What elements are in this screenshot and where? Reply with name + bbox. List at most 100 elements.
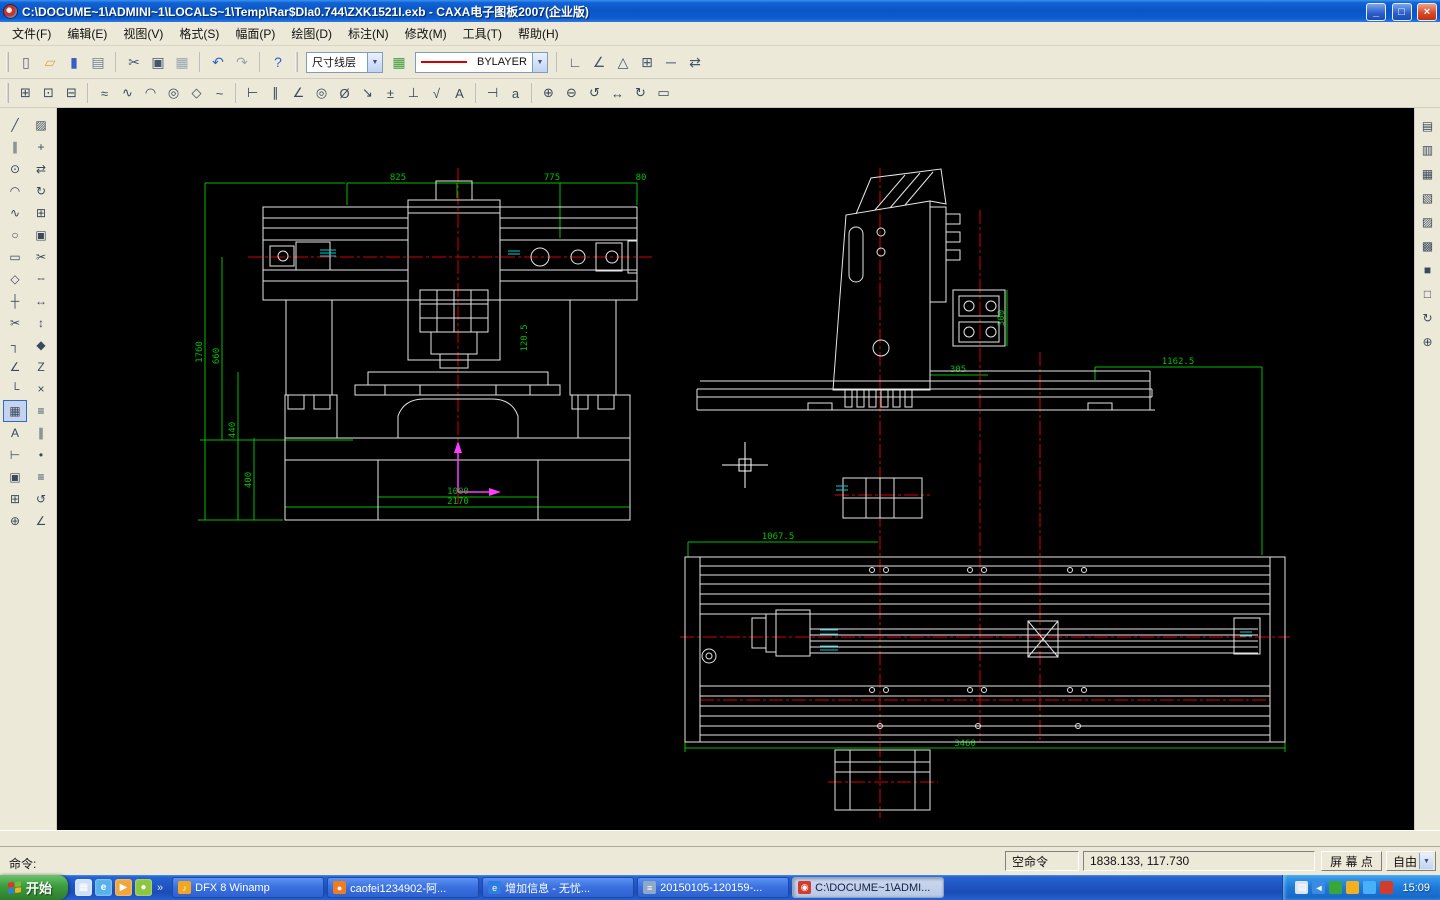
dynamic-input-icon[interactable]: ⇄	[683, 50, 707, 74]
circle-icon[interactable]: ⊙	[3, 158, 27, 180]
messenger-tray-icon[interactable]	[1363, 881, 1376, 894]
taskbar-task[interactable]: ●caofei1234902-阿...	[327, 877, 479, 898]
chevron-down-icon[interactable]: ▼	[1419, 853, 1433, 869]
object-snap-icon[interactable]: △	[611, 50, 635, 74]
chamfer-icon[interactable]: ∠	[3, 356, 27, 378]
show-desktop-icon[interactable]: ▦	[75, 879, 92, 896]
text-note-icon[interactable]: A	[448, 82, 471, 104]
download-manager-icon[interactable]	[1346, 881, 1359, 894]
messenger-icon[interactable]: ●	[135, 879, 152, 896]
dim-radius-icon[interactable]: ◎	[310, 82, 333, 104]
internet-explorer-icon[interactable]: e	[95, 879, 112, 896]
spline-icon[interactable]: ∿	[3, 202, 27, 224]
line-width-toggle-icon[interactable]: ─	[659, 50, 683, 74]
cut-icon[interactable]: ✂	[122, 50, 146, 74]
library-icon[interactable]: ⊞	[3, 488, 27, 510]
command-prompt[interactable]: 命令:	[9, 855, 36, 872]
polyline-icon[interactable]: ≈	[93, 82, 116, 104]
shear-icon[interactable]: ✂	[29, 246, 53, 268]
chevron-down-icon[interactable]: ▼	[532, 53, 547, 72]
open-file-icon[interactable]: ▱	[38, 50, 62, 74]
toolbar-grip[interactable]	[6, 83, 9, 103]
taskbar-task[interactable]: e增加信息 - 无忧...	[482, 877, 634, 898]
taskbar-task[interactable]: ≡20150105-120159-...	[637, 877, 789, 898]
edit-text-icon[interactable]: a	[504, 82, 527, 104]
snap-mode-dropdown[interactable]: 自由 ▼	[1386, 851, 1436, 871]
leader-icon[interactable]: ↘	[356, 82, 379, 104]
zoom-dynamic-icon[interactable]: ⊡	[37, 82, 60, 104]
break-icon[interactable]: ╌	[29, 268, 53, 290]
cascade-windows-icon[interactable]: ▧	[1417, 188, 1439, 208]
taskbar-task[interactable]: ♪DFX 8 Winamp	[172, 877, 324, 898]
polygon-icon[interactable]: ◇	[3, 268, 27, 290]
input-method-icon[interactable]: ▤	[1295, 881, 1308, 894]
roughness-icon[interactable]: √	[425, 82, 448, 104]
drawing-canvas[interactable]: 825 775 80 1760 660 440 400 120.5 1000 2…	[57, 108, 1414, 830]
parallel-line-icon[interactable]: ∥	[3, 136, 27, 158]
spline-curve-icon[interactable]: ∿	[116, 82, 139, 104]
menu-tools[interactable]: 工具(T)	[455, 22, 510, 45]
align-icon[interactable]: ≡	[29, 400, 53, 422]
datum-icon[interactable]: ⊥	[402, 82, 425, 104]
print-icon[interactable]: ▤	[86, 50, 110, 74]
layer-combo[interactable]: 尺寸线层 ▼	[306, 52, 383, 73]
toolbar-grip[interactable]	[295, 52, 298, 72]
toolbox-icon[interactable]: ▩	[1417, 236, 1439, 256]
toolbar-grip[interactable]	[6, 52, 9, 72]
menu-annotate[interactable]: 标注(N)	[340, 22, 397, 45]
mirror-icon[interactable]: ⇄	[29, 158, 53, 180]
zoom-in-icon[interactable]: ⊕	[537, 82, 560, 104]
redo-icon[interactable]: ↷	[230, 50, 254, 74]
magnifier-icon[interactable]: ⊕	[3, 510, 27, 532]
zoom-fit-icon[interactable]: ⊕	[1417, 332, 1439, 352]
dim-linear-icon[interactable]: ⊢	[241, 82, 264, 104]
property-view-icon[interactable]: ▨	[1417, 212, 1439, 232]
refresh-view-icon[interactable]: ↻	[1417, 308, 1439, 328]
dim-angle-icon[interactable]: ∠	[287, 82, 310, 104]
array-icon[interactable]: ⊞	[29, 202, 53, 224]
help-icon[interactable]: ?	[266, 50, 290, 74]
edit-dimension-icon[interactable]: ⊣	[481, 82, 504, 104]
pick-mode-button[interactable]: 屏 幕 点	[1321, 851, 1382, 871]
z-order-icon[interactable]: Z	[29, 356, 53, 378]
tangent-circle-icon[interactable]: ◎	[162, 82, 185, 104]
layer-manager-icon[interactable]: ▦	[387, 50, 411, 74]
restore-button[interactable]: □	[1392, 3, 1412, 21]
node-edit-icon[interactable]: •	[29, 444, 53, 466]
block-icon[interactable]: ▣	[3, 466, 27, 488]
security-center-icon[interactable]	[1380, 881, 1393, 894]
menu-format[interactable]: 格式(S)	[171, 22, 227, 45]
minimize-button[interactable]: _	[1366, 3, 1386, 21]
ellipse-icon[interactable]: ○	[3, 224, 27, 246]
properties-icon[interactable]: ≡	[29, 466, 53, 488]
format-brush-icon[interactable]: ▨	[29, 114, 53, 136]
zoom-all-icon[interactable]: ⊟	[60, 82, 83, 104]
scale-icon[interactable]: ↕	[29, 312, 53, 334]
new-window-icon[interactable]: ▤	[1417, 116, 1439, 136]
zoom-out-icon[interactable]: ⊖	[560, 82, 583, 104]
redraw-icon[interactable]: ↻	[629, 82, 652, 104]
tolerance-icon[interactable]: ±	[379, 82, 402, 104]
menu-draw[interactable]: 绘图(D)	[283, 22, 340, 45]
rotate-icon[interactable]: ↻	[29, 180, 53, 202]
show-grid-icon[interactable]: □	[1417, 284, 1439, 304]
ortho-mode-icon[interactable]: ∟	[563, 50, 587, 74]
explode-icon[interactable]: ×	[29, 378, 53, 400]
tile-horizontal-icon[interactable]: ▥	[1417, 140, 1439, 160]
menu-modify[interactable]: 修改(M)	[397, 22, 455, 45]
dimension-icon[interactable]: ⊢	[3, 444, 27, 466]
measure-icon[interactable]: ∠	[29, 510, 53, 532]
line-icon[interactable]: ╱	[3, 114, 27, 136]
full-view-icon[interactable]: ▭	[652, 82, 675, 104]
contour-icon[interactable]: ◇	[185, 82, 208, 104]
undo-icon[interactable]: ↶	[206, 50, 230, 74]
paste-icon[interactable]: ▦	[170, 50, 194, 74]
corner-cut-icon[interactable]: ┐	[3, 334, 27, 356]
zoom-window-icon[interactable]: ⊞	[14, 82, 37, 104]
chevron-down-icon[interactable]: ▼	[367, 53, 382, 72]
menu-view[interactable]: 视图(V)	[115, 22, 171, 45]
close-button[interactable]: ×	[1417, 3, 1437, 21]
dim-diameter-icon[interactable]: Ø	[333, 82, 356, 104]
move-icon[interactable]: +	[29, 136, 53, 158]
taskbar-task[interactable]: ◉C:\DOCUME~1\ADMI...	[792, 877, 944, 898]
